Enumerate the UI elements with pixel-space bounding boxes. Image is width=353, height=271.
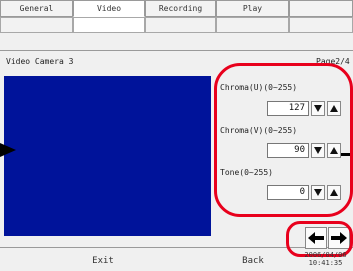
subrow-cell: [289, 17, 353, 33]
tab-general[interactable]: General: [0, 0, 73, 17]
subrow-cell: [216, 17, 289, 33]
camera-title: Video Camera 3: [6, 57, 74, 66]
tab-play[interactable]: Play: [216, 0, 289, 17]
divider: [0, 50, 353, 51]
tab-blank[interactable]: [289, 0, 353, 17]
controls-highlight-ring: [214, 63, 353, 217]
subrow-cell: [73, 17, 145, 33]
date-text: 2006/04/06: [304, 251, 347, 259]
video-preview: [4, 76, 211, 236]
datetime: 2006/04/06 10:41:35: [298, 251, 353, 267]
exit-button[interactable]: Exit: [68, 256, 138, 266]
callout-arrow-icon: [0, 143, 16, 157]
subrow-cell: [0, 17, 73, 33]
time-text: 10:41:35: [308, 259, 343, 267]
subrow-cell: [145, 17, 216, 33]
tab-video[interactable]: Video: [73, 0, 145, 17]
back-button[interactable]: Back: [218, 256, 288, 266]
tab-recording[interactable]: Recording: [145, 0, 216, 17]
